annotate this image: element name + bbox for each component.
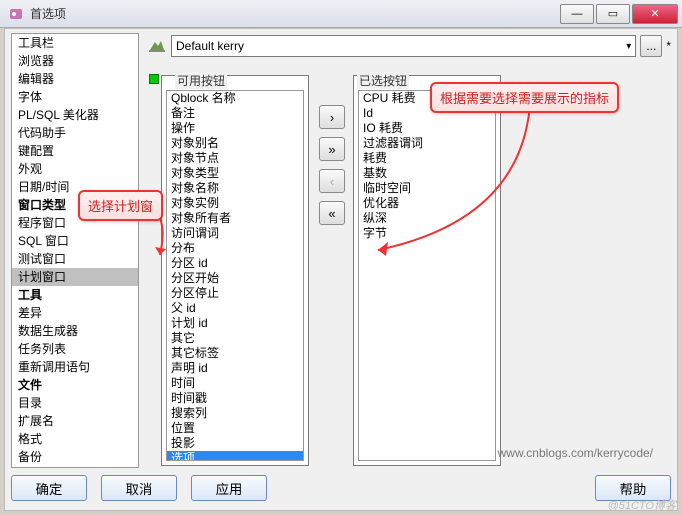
nav-item[interactable]: 重新调用语句 [12,358,138,376]
list-item[interactable]: 对象类型 [167,166,303,181]
list-item[interactable]: 对象名称 [167,181,303,196]
list-item[interactable]: 选项 [167,451,303,461]
maximize-button[interactable]: ▭ [596,4,630,24]
titlebar: 首选项 — ▭ ✕ [0,0,682,28]
list-item[interactable]: 声明 id [167,361,303,376]
nav-item[interactable]: 键配置 [12,142,138,160]
available-listbox[interactable]: Qblock 名称备注操作对象别名对象节点对象类型对象名称对象实例对象所有者访问… [166,90,304,461]
nav-item[interactable]: 计划窗口 [12,268,138,286]
remove-all-button[interactable]: « [319,201,345,225]
list-item[interactable]: 其它 [167,331,303,346]
list-item[interactable]: 备注 [167,106,303,121]
profile-more-button[interactable]: ... [640,35,662,57]
selected-label: 已选按钮 [357,72,409,89]
annotation-arrow-2 [370,100,540,260]
list-item[interactable]: 时间 [167,376,303,391]
list-item[interactable]: 操作 [167,121,303,136]
apply-button[interactable]: 应用 [191,475,267,501]
nav-item[interactable]: 测试窗口 [12,250,138,268]
nav-item[interactable]: 工具栏 [12,34,138,52]
nav-item[interactable]: 任务列表 [12,340,138,358]
close-button[interactable]: ✕ [632,4,678,24]
list-item[interactable]: 分区开始 [167,271,303,286]
available-group: Qblock 名称备注操作对象别名对象节点对象类型对象名称对象实例对象所有者访问… [161,75,309,466]
list-item[interactable]: Qblock 名称 [167,91,303,106]
add-button[interactable]: › [319,105,345,129]
nav-item[interactable]: 扩展名 [12,412,138,430]
list-item[interactable]: 时间戳 [167,391,303,406]
list-item[interactable]: 对象节点 [167,151,303,166]
nav-item[interactable]: 浏览器 [12,52,138,70]
nav-header: 工具 [12,286,138,304]
minimize-button[interactable]: — [560,4,594,24]
nav-item[interactable]: 数据生成器 [12,322,138,340]
list-item[interactable]: 其它标签 [167,346,303,361]
annotation-callout-2: 根据需要选择需要展示的指标 [430,82,619,113]
list-item[interactable]: 投影 [167,436,303,451]
nav-item[interactable]: 格式 [12,430,138,448]
list-item[interactable]: 分区停止 [167,286,303,301]
list-item[interactable]: 父 id [167,301,303,316]
nav-item[interactable]: 备份 [12,448,138,466]
nav-item[interactable]: 字体 [12,88,138,106]
list-item[interactable]: 搜索列 [167,406,303,421]
annotation-callout-1: 选择计划窗 [78,190,163,221]
nav-item[interactable]: 代码助手 [12,124,138,142]
remove-button[interactable]: ‹ [319,169,345,193]
watermark-url: www.cnblogs.com/kerrycode/ [498,446,653,460]
ok-button[interactable]: 确定 [11,475,87,501]
nav-item[interactable]: 目录 [12,394,138,412]
nav-header: 文件 [12,376,138,394]
profile-value: Default kerry [176,39,244,53]
profile-combo[interactable]: Default kerry ▾ [171,35,636,57]
nav-item[interactable]: 差异 [12,304,138,322]
profile-dirty-star: * [666,39,671,53]
window-title: 首选项 [30,5,558,22]
category-tree[interactable]: 工具栏浏览器编辑器字体PL/SQL 美化器代码助手键配置外观日期/时间窗口类型程… [11,33,139,468]
available-label: 可用按钮 [175,72,227,89]
list-item[interactable]: 计划 id [167,316,303,331]
status-indicator-icon [149,74,159,84]
profile-icon [147,36,167,56]
nav-item[interactable]: 编辑器 [12,70,138,88]
list-item[interactable]: 对象别名 [167,136,303,151]
nav-item[interactable]: SQL 窗口 [12,232,138,250]
nav-item[interactable]: HTML/XML [12,466,138,468]
site-watermark: @51CTO博客 [608,497,676,513]
button-bar: 确定 取消 应用 帮助 [11,472,671,504]
nav-item[interactable]: 外观 [12,160,138,178]
chevron-down-icon: ▾ [626,41,631,52]
nav-item[interactable]: PL/SQL 美化器 [12,106,138,124]
list-item[interactable]: 位置 [167,421,303,436]
add-all-button[interactable]: » [319,137,345,161]
cancel-button[interactable]: 取消 [101,475,177,501]
app-icon [8,6,24,22]
